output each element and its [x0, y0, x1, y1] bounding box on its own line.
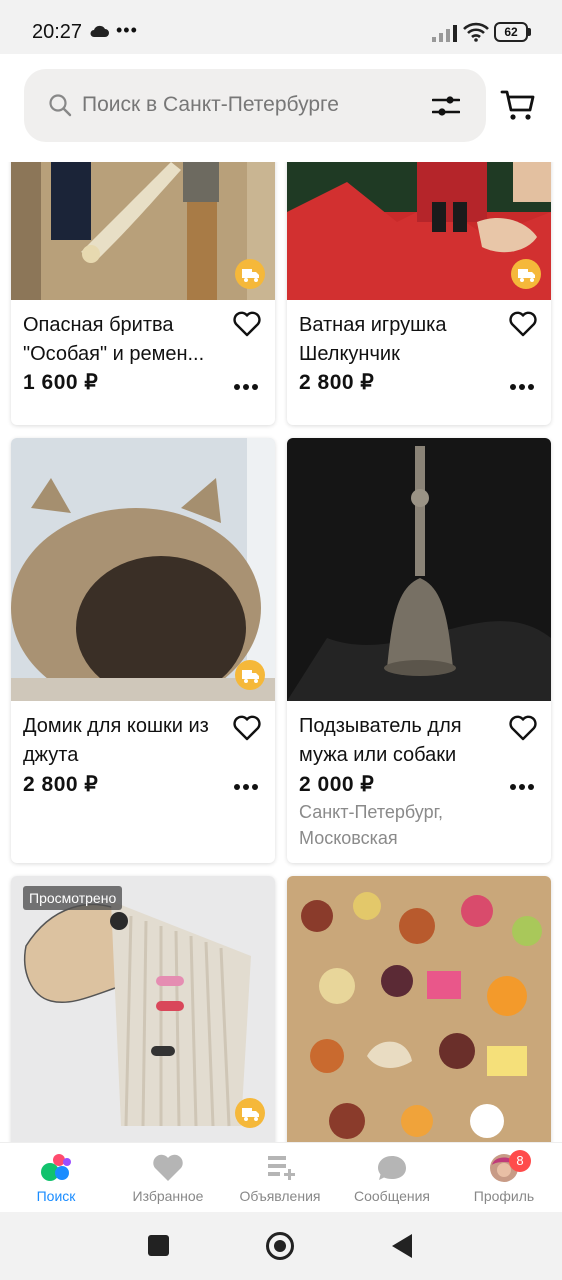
header: Поиск в Санкт-Петербурге	[0, 54, 562, 162]
favorite-icon[interactable]	[233, 715, 261, 741]
listing-photo[interactable]	[287, 438, 551, 701]
delivery-icon	[235, 660, 265, 690]
nav-ads[interactable]: Объявления	[224, 1143, 336, 1213]
back-icon[interactable]	[392, 1234, 412, 1258]
listing-card[interactable]: Просмотрено	[11, 876, 275, 1142]
search-icon	[49, 94, 72, 117]
more-options-icon[interactable]	[509, 783, 535, 791]
listing-title[interactable]: Ватная игрушка Шелкунчик	[299, 311, 499, 369]
nav-label: Поиск	[36, 1188, 76, 1204]
favorite-icon[interactable]	[233, 311, 261, 337]
status-time: 20:27	[32, 21, 83, 43]
listing-price: 2 800 ₽	[23, 773, 99, 796]
chat-icon	[378, 1156, 406, 1180]
nav-label: Объявления	[239, 1188, 321, 1204]
status-bar: 20:27 ••• 62	[0, 0, 562, 54]
battery-level: 62	[494, 22, 528, 42]
viewed-badge: Просмотрено	[23, 886, 123, 910]
nav-label: Избранное	[132, 1188, 204, 1204]
nav-favorites[interactable]: Избранное	[112, 1143, 224, 1213]
battery-icon: 62	[494, 22, 532, 42]
listing-card[interactable]	[287, 876, 551, 1142]
delivery-icon	[235, 1098, 265, 1128]
wifi-icon	[463, 22, 489, 42]
listing-price: 1 600 ₽	[23, 371, 99, 394]
delivery-icon	[511, 259, 541, 289]
nav-label: Сообщения	[354, 1188, 430, 1204]
nav-profile[interactable]: 8 Профиль	[448, 1143, 560, 1213]
notification-badge: 8	[509, 1150, 531, 1172]
listing-title[interactable]: Опасная бритва "Особая" и ремен...	[23, 311, 223, 369]
listing-price: 2 000 ₽	[299, 773, 375, 796]
home-icon[interactable]	[266, 1232, 294, 1260]
more-options-icon[interactable]	[509, 383, 535, 391]
more-options-icon[interactable]	[233, 383, 259, 391]
system-nav-bar	[0, 1212, 562, 1280]
delivery-icon	[235, 259, 265, 289]
listing-card[interactable]: Ватная игрушка Шелкунчик 2 800 ₽	[287, 162, 551, 425]
favorite-icon[interactable]	[509, 311, 537, 337]
listing-card[interactable]: Опасная бритва "Особая" и ремен... 1 600…	[11, 162, 275, 425]
nav-messages[interactable]: Сообщения	[336, 1143, 448, 1213]
status-more-dots: •••	[116, 20, 138, 40]
nav-search[interactable]: Поиск	[0, 1143, 112, 1213]
favorite-icon[interactable]	[509, 715, 537, 741]
listings-feed[interactable]: Опасная бритва "Особая" и ремен... 1 600…	[0, 162, 562, 1142]
recent-apps-icon[interactable]	[148, 1235, 169, 1256]
bottom-nav: Поиск Избранное Объявления Сообщения 8 П…	[0, 1142, 562, 1212]
search-input[interactable]: Поиск в Санкт-Петербурге	[82, 93, 339, 117]
heart-icon	[153, 1154, 183, 1181]
listing-title[interactable]: Подзыватель для мужа или собаки	[299, 712, 499, 770]
cart-icon[interactable]	[500, 88, 536, 122]
nav-label: Профиль	[473, 1188, 535, 1204]
filter-icon[interactable]	[432, 95, 460, 117]
signal-icon	[432, 25, 457, 42]
listing-card[interactable]: Домик для кошки из джута 2 800 ₽	[11, 438, 275, 863]
cloud-icon	[90, 25, 109, 37]
listing-photo[interactable]	[287, 876, 551, 1142]
search-dots-icon	[41, 1154, 71, 1181]
search-bar[interactable]: Поиск в Санкт-Петербурге	[24, 69, 486, 142]
more-options-icon[interactable]	[233, 783, 259, 791]
listing-title[interactable]: Домик для кошки из джута	[23, 712, 223, 770]
listing-card[interactable]: Подзыватель для мужа или собаки 2 000 ₽ …	[287, 438, 551, 863]
listing-price: 2 800 ₽	[299, 371, 375, 394]
ads-add-icon	[268, 1156, 295, 1180]
listing-location: Санкт-Петербург, Московская	[299, 802, 443, 848]
